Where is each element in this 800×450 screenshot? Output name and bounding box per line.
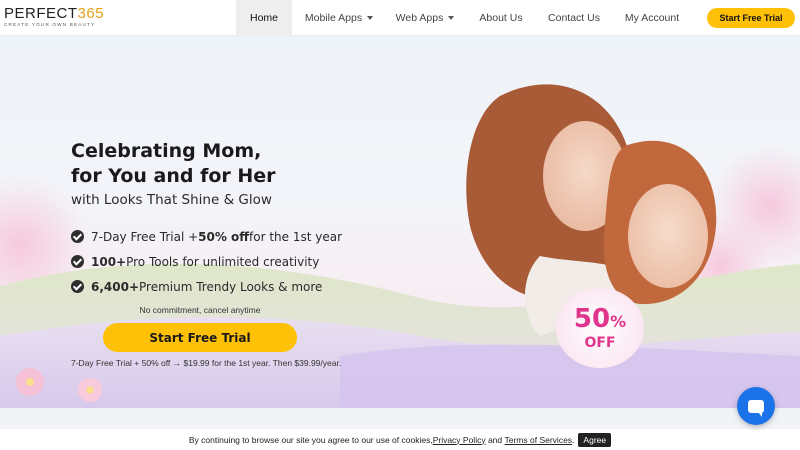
nav-start-free-trial-button[interactable]: Start Free Trial [707, 8, 795, 28]
perfect365-logo[interactable]: PERFECT365 CREATE YOUR OWN BEAUTY [4, 6, 116, 30]
discount-percent-sign: % [610, 311, 627, 331]
nav-web-apps-label: Web Apps [395, 12, 444, 24]
discount-badge: 50% OFF [556, 288, 644, 368]
feature-highlight: 6,400+ [91, 279, 140, 294]
feature-item: 100+ Pro Tools for unlimited creativity [71, 249, 342, 274]
check-icon [71, 230, 84, 243]
nav-mobile-apps[interactable]: Mobile Apps [298, 0, 380, 36]
discount-off-label: OFF [584, 334, 616, 351]
top-navigation: PERFECT365 CREATE YOUR OWN BEAUTY Home M… [0, 0, 800, 36]
logo-wordmark: PERFECT365 [4, 6, 116, 22]
pricing-fine-print: 7-Day Free Trial + 50% off → $19.99 for … [71, 358, 342, 368]
privacy-policy-link[interactable]: Privacy Policy [433, 435, 486, 445]
discount-percent: 50% [574, 306, 626, 335]
hero-subheading: with Looks That Shine & Glow [71, 192, 272, 208]
feature-list: 7-Day Free Trial + 50% off for the 1st y… [71, 224, 342, 299]
nav-home[interactable]: Home [236, 0, 292, 36]
no-commitment-note: No commitment, cancel anytime [139, 305, 261, 315]
check-icon [71, 280, 84, 293]
nav-about-us-label: About Us [479, 12, 523, 24]
cookie-consent-bar: By continuing to browse our site you agr… [0, 429, 800, 450]
feature-item: 7-Day Free Trial + 50% off for the 1st y… [71, 224, 342, 249]
nav-mobile-apps-label: Mobile Apps [304, 12, 363, 24]
nav-web-apps[interactable]: Web Apps [390, 0, 460, 36]
chevron-down-icon [367, 16, 374, 20]
hero-start-free-trial-button[interactable]: Start Free Trial [103, 323, 297, 352]
cookie-agree-button[interactable]: Agree [578, 432, 612, 447]
feature-highlight: 100+ [91, 254, 127, 269]
cookie-text: By continuing to browse our site you agr… [188, 434, 433, 445]
feature-item: 6,400+ Premium Trendy Looks & more [71, 274, 342, 299]
logo-brand-number: 365 [77, 5, 105, 22]
feature-text: 7-Day Free Trial + [91, 229, 199, 244]
nav-about-us[interactable]: About Us [472, 0, 530, 36]
check-icon [71, 255, 84, 268]
chat-icon [748, 399, 764, 417]
feature-text: Premium Trendy Looks & more [139, 279, 323, 294]
feature-text: Pro Tools for unlimited creativity [126, 254, 320, 269]
chat-button[interactable] [737, 387, 775, 425]
feature-text: for the 1st year [249, 229, 343, 244]
headline-line-2: for You and for Her [71, 165, 276, 187]
hero-background-illustration [0, 84, 800, 408]
logo-tagline: CREATE YOUR OWN BEAUTY [4, 22, 96, 27]
chevron-down-icon [448, 16, 455, 20]
cookie-text-period: . [572, 434, 575, 445]
nav-my-account-label: My Account [624, 12, 680, 24]
cookie-text-and: and [485, 434, 505, 445]
feature-highlight: 50% off [198, 229, 250, 244]
discount-number: 50 [573, 303, 611, 334]
terms-of-services-link[interactable]: Terms of Services [505, 435, 573, 445]
nav-contact-us[interactable]: Contact Us [542, 0, 606, 36]
nav-contact-us-label: Contact Us [548, 12, 600, 24]
nav-home-label: Home [249, 12, 278, 24]
nav-my-account[interactable]: My Account [618, 0, 686, 36]
hero-banner: Celebrating Mom, for You and for Her wit… [0, 36, 800, 408]
hero-headline: Celebrating Mom, for You and for Her [71, 139, 276, 189]
headline-line-1: Celebrating Mom, [71, 140, 262, 162]
logo-brand-text: PERFECT [4, 5, 78, 22]
